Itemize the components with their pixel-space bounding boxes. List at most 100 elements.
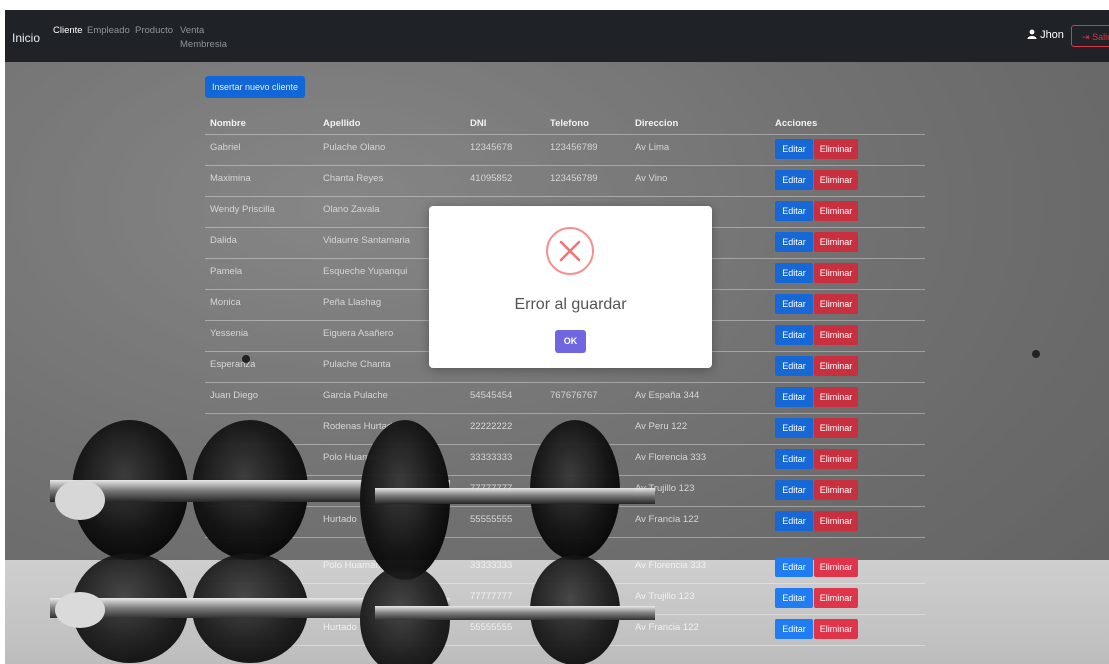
table-cell: Eiguera Asañero bbox=[323, 328, 394, 339]
edit-button[interactable]: Editar bbox=[775, 325, 813, 345]
table-cell: Pamela bbox=[210, 266, 243, 277]
dialog-title: Error al guardar bbox=[514, 296, 627, 313]
app-stage: Polo Huamán 33333333 Av Florencia 333 Edita… bbox=[5, 10, 1109, 664]
nav-link-venta[interactable]: Venta bbox=[180, 25, 204, 36]
user-icon bbox=[1027, 29, 1037, 39]
header-dni: DNI bbox=[470, 118, 487, 129]
table-header-row: Nombre Apellido DNI Telefono Direccion A… bbox=[205, 112, 925, 135]
table-cell: Av Francia 122 bbox=[635, 514, 699, 525]
table-cell: 33333333 bbox=[470, 452, 513, 463]
table-cell: Vidaurre Santamaria bbox=[323, 235, 410, 246]
edit-button[interactable]: Editar bbox=[775, 387, 813, 407]
edit-button[interactable]: Editar bbox=[775, 294, 813, 314]
edit-button[interactable]: Editar bbox=[775, 170, 813, 190]
delete-button[interactable]: Eliminar bbox=[814, 588, 858, 608]
logout-icon: ⇥ bbox=[1082, 32, 1090, 42]
table-cell: 77777777 bbox=[470, 591, 513, 602]
table-cell: Av Trujillo 123 bbox=[635, 483, 695, 494]
table-cell: Av Florencia 333 bbox=[635, 560, 707, 571]
table-cell: Pulache Chanta bbox=[323, 359, 391, 370]
delete-button[interactable]: Eliminar bbox=[814, 356, 858, 376]
table-cell: Chanta Reyes bbox=[323, 173, 384, 184]
table-cell: 12345678 bbox=[470, 142, 513, 153]
delete-button[interactable]: Eliminar bbox=[814, 557, 858, 577]
table-cell: Wendy Priscilla bbox=[210, 204, 275, 215]
edit-button[interactable]: Editar bbox=[775, 557, 813, 577]
table-cell: Polo Huamán bbox=[323, 452, 381, 463]
user-menu[interactable]: Jhon bbox=[1027, 29, 1064, 41]
edit-button[interactable]: Editar bbox=[775, 511, 813, 531]
table-row: Rodenas Hurtado 22222222 Av Peru 122 Editar… bbox=[205, 413, 925, 445]
table-cell: 33333333 bbox=[470, 560, 513, 571]
table-cell: Esqueche Yupanqui bbox=[323, 266, 408, 277]
delete-button[interactable]: Eliminar bbox=[814, 449, 858, 469]
table-cell: Av Lima bbox=[635, 142, 670, 153]
edit-button[interactable]: Editar bbox=[775, 588, 813, 608]
nav-link-empleado[interactable]: Empleado bbox=[87, 25, 130, 36]
delete-button[interactable]: Eliminar bbox=[814, 201, 858, 221]
table-cell: Av Peru 122 bbox=[635, 421, 688, 432]
table-cell: Olano Zavala bbox=[323, 204, 380, 215]
table-cell: Av España 344 bbox=[635, 390, 700, 401]
table-cell: Hurtado bbox=[323, 622, 357, 633]
logout-label: Salir bbox=[1092, 32, 1109, 42]
ok-button[interactable]: OK bbox=[555, 330, 586, 353]
edit-button[interactable]: Editar bbox=[775, 232, 813, 252]
edit-button[interactable]: Editar bbox=[775, 139, 813, 159]
table-row: Gabriel Pulache Olano 12345678 123456789 Av … bbox=[205, 134, 925, 166]
edit-button[interactable]: Editar bbox=[775, 480, 813, 500]
error-dialog: Error al guardar OK bbox=[429, 206, 712, 368]
delete-button[interactable]: Eliminar bbox=[814, 170, 858, 190]
edit-button[interactable]: Editar bbox=[775, 449, 813, 469]
table-cell: Gabriel bbox=[210, 142, 241, 153]
edit-button[interactable]: Editar bbox=[775, 418, 813, 438]
edit-button[interactable]: Editar bbox=[775, 356, 813, 376]
table-cell: Juan Diego bbox=[210, 390, 259, 401]
delete-button[interactable]: Eliminar bbox=[814, 418, 858, 438]
background-dot bbox=[242, 355, 250, 363]
table-cell: 123456789 bbox=[550, 142, 598, 153]
table-cell: Av Francia 122 bbox=[635, 622, 699, 633]
table-row: Polo Huamán 33333333 Av Florencia 333 Edita… bbox=[205, 444, 925, 476]
table-cell: 54545454 bbox=[470, 390, 513, 401]
table-row: 77777777 Av Trujillo 123 Editar Eliminar bbox=[205, 475, 925, 507]
table-cell: Peña Llashag bbox=[323, 297, 382, 308]
delete-button[interactable]: Eliminar bbox=[814, 480, 858, 500]
edit-button[interactable]: Editar bbox=[775, 201, 813, 221]
user-name: Jhon bbox=[1040, 29, 1064, 41]
insert-client-button[interactable]: Insertar nuevo cliente bbox=[205, 76, 305, 98]
edit-button[interactable]: Editar bbox=[775, 263, 813, 283]
header-telefono: Telefono bbox=[550, 118, 589, 129]
logout-button[interactable]: ⇥ Salir bbox=[1071, 25, 1109, 47]
delete-button[interactable]: Eliminar bbox=[814, 232, 858, 252]
nav-link-cliente[interactable]: Cliente bbox=[53, 25, 83, 36]
table-row: Maximina Chanta Reyes 41095852 123456789 Av … bbox=[205, 165, 925, 197]
table-cell: 77777777 bbox=[470, 483, 513, 494]
delete-button[interactable]: Eliminar bbox=[814, 325, 858, 345]
top-navbar: Inicio Cliente Empleado Producto Venta M… bbox=[5, 10, 1109, 62]
table-row: 77777777 Av Trujillo 123 Editar Eliminar bbox=[205, 583, 925, 615]
table-cell: Rodenas Hurtado bbox=[323, 421, 398, 432]
table-cell: 55555555 bbox=[470, 622, 513, 633]
background-dot bbox=[1032, 350, 1040, 358]
delete-button[interactable]: Eliminar bbox=[814, 387, 858, 407]
table-cell: Dalida bbox=[210, 235, 237, 246]
delete-button[interactable]: Eliminar bbox=[814, 139, 858, 159]
table-cell: Hurtado bbox=[323, 514, 357, 525]
delete-button[interactable]: Eliminar bbox=[814, 619, 858, 639]
nav-brand-inicio[interactable]: Inicio bbox=[12, 31, 40, 45]
nav-link-membresia[interactable]: Membresia bbox=[180, 39, 227, 50]
delete-button[interactable]: Eliminar bbox=[814, 263, 858, 283]
table-cell: Maximina bbox=[210, 173, 251, 184]
table-cell: Av Vino bbox=[635, 173, 668, 184]
table-row: Hurtado 55555555 Av Francia 122 Editar Elimi… bbox=[205, 506, 925, 538]
delete-button[interactable]: Eliminar bbox=[814, 294, 858, 314]
table-cell: Polo Huamán bbox=[323, 560, 381, 571]
error-x-icon bbox=[546, 227, 594, 275]
delete-button[interactable]: Eliminar bbox=[814, 511, 858, 531]
table-cell: 123456789 bbox=[550, 173, 598, 184]
edit-button[interactable]: Editar bbox=[775, 619, 813, 639]
table-cell: 41095852 bbox=[470, 173, 513, 184]
table-cell: Av Trujillo 123 bbox=[635, 591, 695, 602]
nav-link-producto[interactable]: Producto bbox=[135, 25, 173, 36]
